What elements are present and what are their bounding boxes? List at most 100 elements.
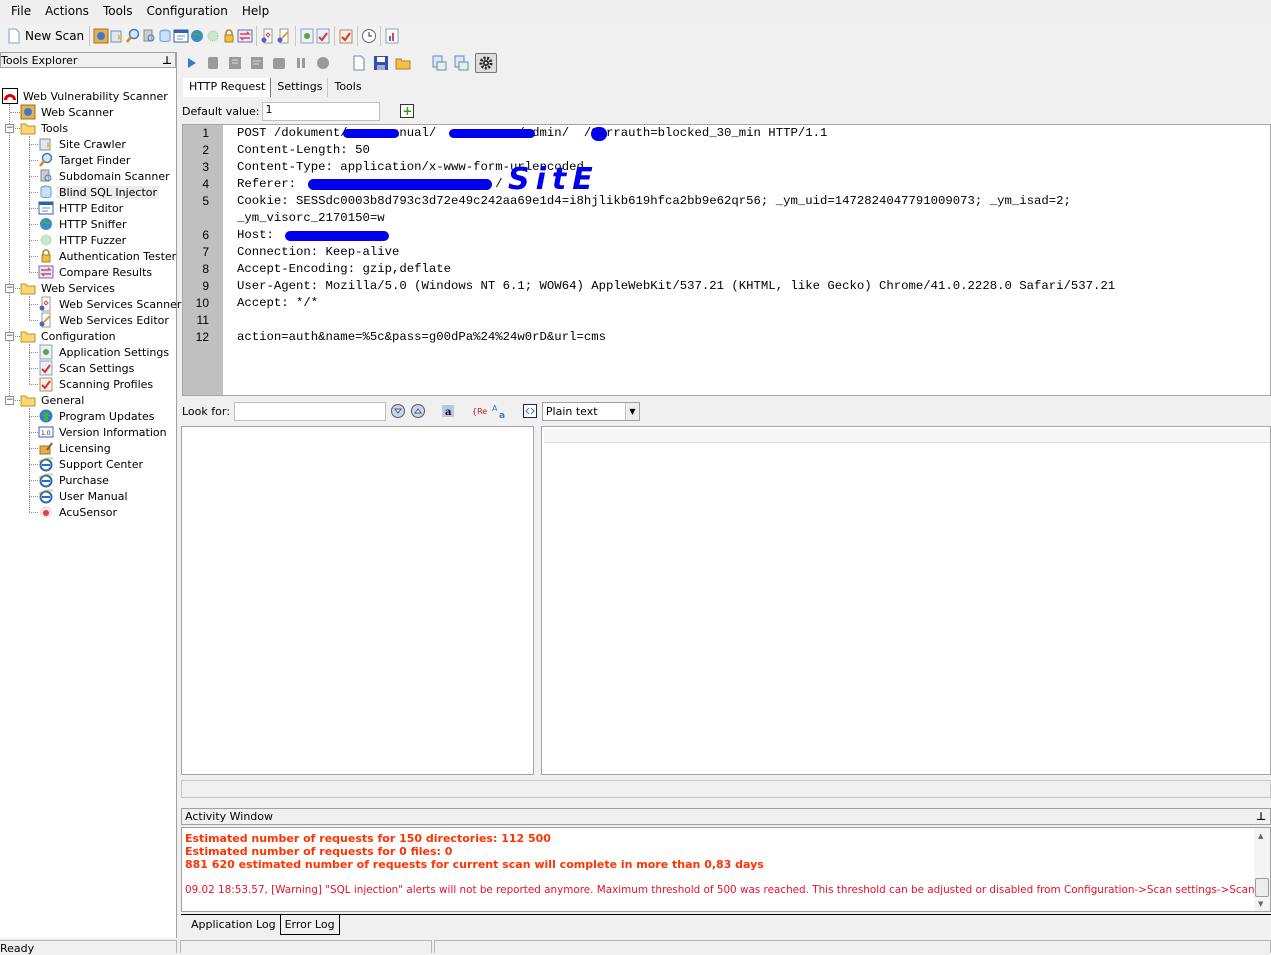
site-crawler-icon[interactable] [109,28,125,44]
settings-gear-button[interactable] [475,53,497,73]
application-settings-icon[interactable] [299,28,315,44]
menu-file[interactable]: File [4,4,38,18]
tree-item-support-center[interactable]: Support Center [38,456,145,472]
web-scanner-icon[interactable] [93,28,109,44]
import-icon[interactable] [431,55,447,71]
replace-icon[interactable]: Aa [492,403,508,421]
match-case-icon[interactable]: a [440,403,456,419]
reporter-icon[interactable] [384,28,400,44]
blind-sql-icon[interactable] [157,28,173,44]
new-scan-label: New Scan [25,29,85,43]
tree-group-general[interactable]: General [20,392,86,408]
menu-help[interactable]: Help [235,4,276,18]
http-fuzzer-icon[interactable] [205,28,221,44]
new-scan-button[interactable]: New Scan [4,25,86,47]
tree-item-user-manual[interactable]: User Manual [38,488,130,504]
tree-item-program-updates[interactable]: Program Updates [38,408,156,424]
collapse-toggle[interactable]: − [5,284,14,293]
tab-tools[interactable]: Tools [328,78,366,97]
tree-item-web-services-editor[interactable]: Web Services Editor [38,312,171,328]
export-icon[interactable] [453,55,469,71]
collapse-toggle[interactable]: − [5,332,14,341]
collapse-toggle[interactable]: − [5,396,14,405]
scroll-down-icon[interactable]: ▼ [1258,900,1263,908]
record-icon[interactable] [315,55,331,71]
tab-http-request[interactable]: HTTP Request [183,78,272,97]
svg-text:1.0: 1.0 [41,430,51,437]
tree-connector [29,272,38,273]
find-previous-icon[interactable] [410,403,426,419]
tree-item-web-services-scanner[interactable]: Web Services Scanner [38,296,183,312]
results-list-pane[interactable] [181,426,534,775]
add-value-button[interactable]: + [400,104,415,118]
tree-item-compare-results[interactable]: Compare Results [38,264,154,280]
compare-results-icon[interactable] [237,28,253,44]
open-folder-icon[interactable] [395,55,411,71]
find-next-icon[interactable] [390,403,406,419]
code-tag-icon[interactable] [522,403,538,419]
tree-connector [29,240,38,241]
tree-item-blind-sql-injector[interactable]: Blind SQL Injector [38,184,160,200]
new-file-icon[interactable] [351,55,367,71]
tree-item-application-settings[interactable]: Application Settings [38,344,171,360]
tree-group-configuration[interactable]: Configuration [20,328,118,344]
authentication-tester-icon[interactable] [221,28,237,44]
tree-item-purchase[interactable]: Purchase [38,472,111,488]
subdomain-scanner-icon[interactable] [141,28,157,44]
pin-icon[interactable]: ⊥ [162,54,172,67]
tree-item-http-editor[interactable]: HTTP Editor [38,200,125,216]
scan-settings-icon[interactable] [315,28,331,44]
main-toolbar: New Scan [0,24,1271,48]
menu-tools[interactable]: Tools [96,4,140,18]
menu-actions[interactable]: Actions [38,4,96,18]
tree-item-authentication-tester[interactable]: Authentication Tester [38,248,178,264]
http-sniffer-icon[interactable] [189,28,205,44]
tree-label: Application Settings [59,345,170,359]
tree-item-licensing[interactable]: Licensing [38,440,113,456]
db-list-icon[interactable] [227,55,243,71]
tree-root-web-vulnerability-scanner[interactable]: Web Vulnerability Scanner [2,88,170,104]
target-finder-icon[interactable] [125,28,141,44]
tree-group-tools[interactable]: Tools [20,120,70,136]
tree-item-scan-settings[interactable]: Scan Settings [38,360,136,376]
scheduler-icon[interactable] [361,28,377,44]
http-request-editor[interactable]: 1 2 3 4 5 6 7 8 9 10 11 12 POST /dokument/ manual/ … [182,124,1271,396]
look-for-input[interactable] [233,401,386,421]
pin-icon[interactable]: ⊥ [1256,810,1266,823]
tree-connector [29,384,38,385]
tree-item-acusensor[interactable]: AcuSensor [38,504,119,520]
tree-item-subdomain-scanner[interactable]: Subdomain Scanner [38,168,172,184]
tab-application-log[interactable]: Application Log [187,915,280,935]
web-services-scanner-icon[interactable] [260,28,276,44]
regex-icon[interactable]: {Re} [472,403,492,419]
tab-error-log[interactable]: Error Log [279,915,340,935]
http-editor-icon[interactable] [173,28,189,44]
db-export-icon[interactable] [271,55,287,71]
tree-item-scanning-profiles[interactable]: Scanning Profiles [38,376,155,392]
tree-item-http-sniffer[interactable]: HTTP Sniffer [38,216,129,232]
menu-configuration[interactable]: Configuration [140,4,235,18]
pause-icon[interactable] [293,55,309,71]
tab-settings[interactable]: Settings [271,78,329,97]
tree-group-web-services[interactable]: Web Services [20,280,117,296]
tree-item-http-fuzzer[interactable]: HTTP Fuzzer [38,232,128,248]
default-value-input[interactable]: 1 [262,101,381,121]
results-detail-pane[interactable] [541,426,1271,775]
tree-label: Web Scanner [41,105,114,119]
web-services-editor-icon[interactable] [276,28,292,44]
collapse-toggle[interactable]: − [5,124,14,133]
search-mode-select[interactable]: Plain text ▼ [541,401,640,421]
tree-item-site-crawler[interactable]: Site Crawler [38,136,128,152]
tree-item-version-information[interactable]: 1.0 Version Information [38,424,169,440]
play-icon[interactable] [183,55,199,71]
redaction-mark [285,231,389,241]
scrollbar-thumb[interactable] [1255,878,1269,897]
activity-scrollbar[interactable]: ▲ ▼ [1254,828,1270,911]
tree-item-target-finder[interactable]: Target Finder [38,152,132,168]
scanning-profiles-icon[interactable] [338,28,354,44]
tree-item-web-scanner[interactable]: Web Scanner [20,104,115,120]
save-icon[interactable] [373,55,389,71]
scroll-up-icon[interactable]: ▲ [1258,832,1263,840]
stop-db-icon[interactable] [205,55,221,71]
db-edit-icon[interactable] [249,55,265,71]
